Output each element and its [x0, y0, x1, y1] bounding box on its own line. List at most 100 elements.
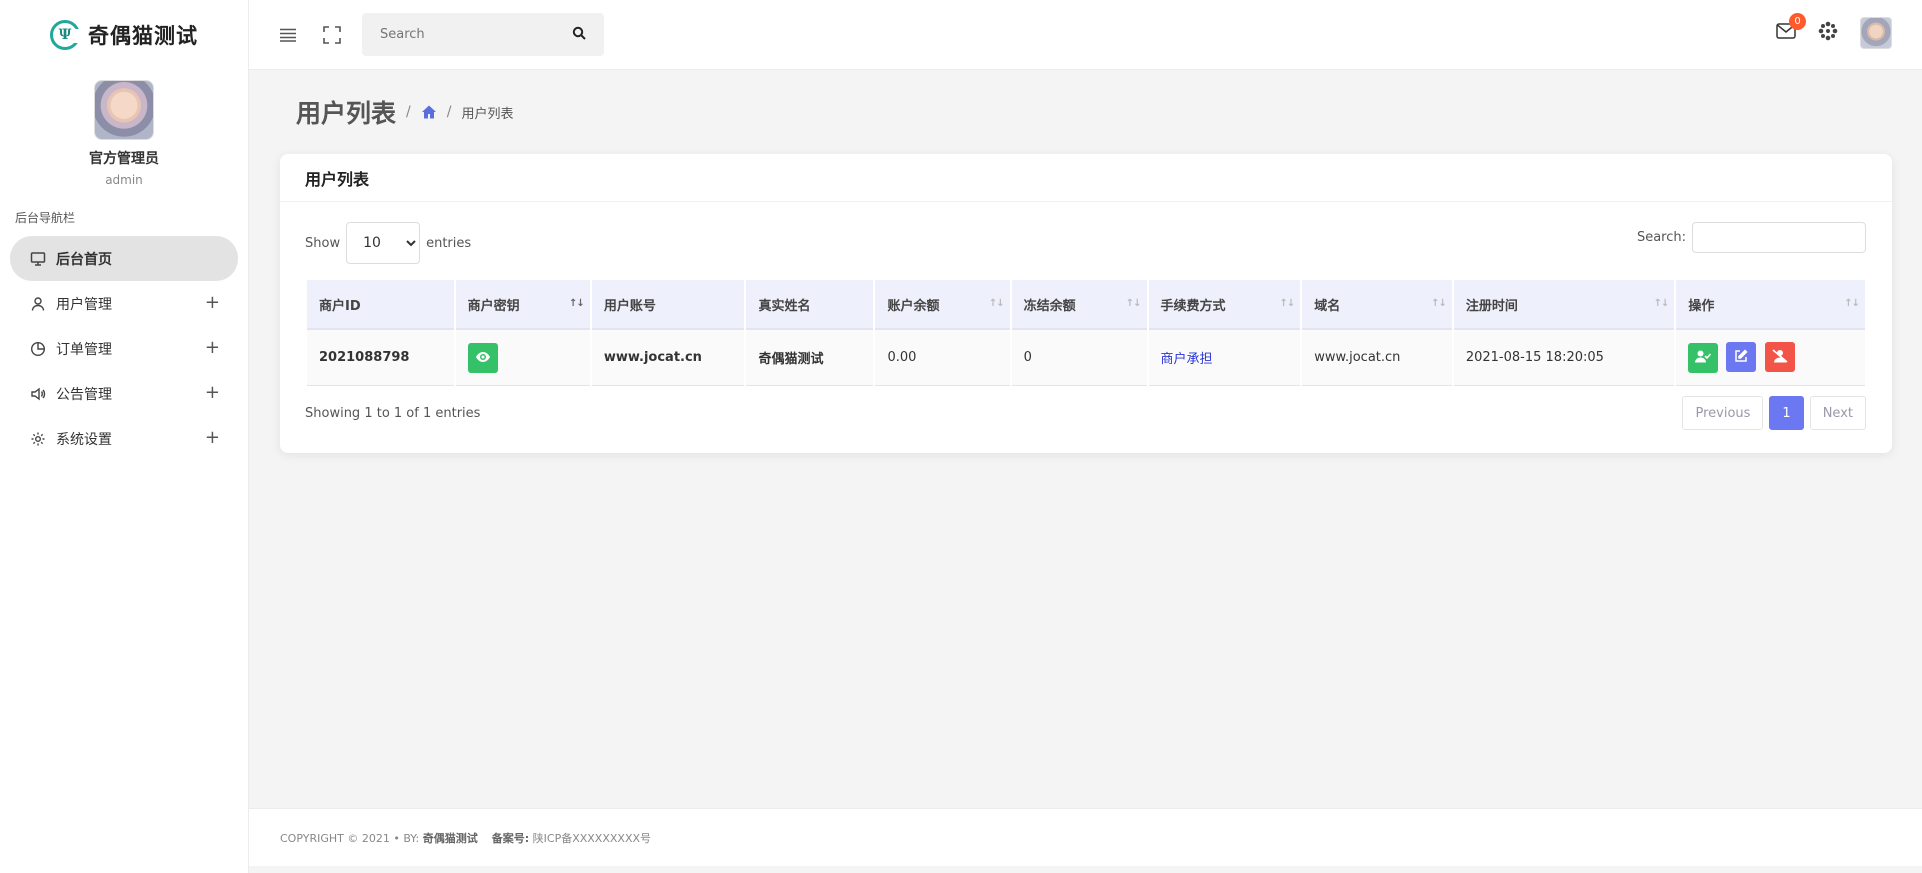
sidebar-item-users[interactable]: 用户管理 +	[10, 281, 238, 326]
expand-plus-icon[interactable]: +	[205, 292, 220, 313]
col-actions[interactable]: 操作 ↑↓	[1676, 280, 1865, 330]
entries-label: entries	[426, 235, 472, 251]
card-title: 用户列表	[280, 154, 1892, 202]
table-info: Showing 1 to 1 of 1 entries	[305, 406, 481, 421]
cell-account: www.jocat.cn	[591, 330, 745, 386]
expand-plus-icon[interactable]: +	[205, 382, 220, 403]
brand[interactable]: Ψ 奇偶猫测试	[0, 0, 248, 70]
page-header: 用户列表 / / 用户列表	[296, 94, 513, 130]
brand-title: 奇偶猫测试	[88, 24, 198, 48]
cell-real-name: 奇偶猫测试	[746, 330, 874, 386]
pagination: Previous 1 Next	[1682, 396, 1866, 430]
col-frozen[interactable]: 冻结余额 ↑↓	[1011, 280, 1147, 330]
user-avatar[interactable]	[1860, 17, 1892, 49]
cell-actions	[1676, 330, 1865, 386]
user-check-icon	[1695, 350, 1712, 366]
footer: COPYRIGHT © 2021 • BY: 奇偶猫测试 备案号: 陕ICP备X…	[249, 808, 1922, 866]
expand-plus-icon[interactable]: +	[205, 337, 220, 358]
breadcrumb-separator: /	[446, 104, 452, 120]
sidebar-item-dashboard[interactable]: 后台首页	[10, 236, 238, 281]
previous-page-button[interactable]: Previous	[1682, 396, 1764, 430]
profile-role: admin	[105, 173, 143, 187]
cell-merchant-id: 2021088798	[307, 330, 454, 386]
mail-button[interactable]: 0	[1776, 13, 1806, 43]
fullscreen-icon[interactable]	[320, 23, 344, 47]
footer-icp: 陕ICP备XXXXXXXXX号	[532, 832, 652, 845]
page-size-select[interactable]: 10	[346, 222, 421, 264]
eye-icon	[475, 350, 490, 365]
sort-icon: ↑↓	[1844, 298, 1860, 309]
search-icon[interactable]	[572, 25, 586, 44]
footer-icp-label: 备案号:	[491, 832, 530, 845]
page-size-control: Show 10 entries	[305, 222, 471, 264]
col-fee-mode[interactable]: 手续费方式 ↑↓	[1148, 280, 1301, 330]
col-domain[interactable]: 域名 ↑↓	[1302, 280, 1452, 330]
apps-icon[interactable]	[1818, 21, 1838, 45]
col-real-name[interactable]: 真实姓名	[746, 280, 874, 330]
cell-fee-mode[interactable]: 商户承担	[1148, 330, 1301, 386]
approve-user-button[interactable]	[1688, 342, 1719, 373]
page-title: 用户列表	[296, 99, 397, 128]
speaker-icon	[30, 386, 46, 402]
sort-icon: ↑↓	[1125, 298, 1142, 309]
sort-icon: ↑↓	[1653, 298, 1670, 309]
col-account[interactable]: 用户账号	[591, 280, 745, 330]
cell-domain: www.jocat.cn	[1302, 330, 1452, 386]
sidebar-item-settings[interactable]: 系统设置 +	[10, 416, 238, 461]
sidebar-item-label: 公告管理	[56, 386, 112, 403]
header-search	[362, 13, 604, 56]
user-table: 商户ID 商户密钥 ↑↓ 用户账号 真实姓名 账户余额 ↑↓ 冻结余额 ↑↓ 手续费方…	[305, 280, 1867, 386]
user-icon	[30, 296, 46, 312]
sort-icon: ↑↓	[988, 298, 1005, 309]
col-merchant-id[interactable]: 商户ID	[307, 280, 454, 330]
table-row: 2021088798 www.jocat.cn 奇偶猫测试 0.00 0 商户承…	[307, 330, 1865, 386]
sidebar-item-label: 订单管理	[56, 341, 112, 358]
table-search-input[interactable]	[1692, 222, 1866, 253]
sidebar-item-orders[interactable]: 订单管理 +	[10, 326, 238, 371]
edit-user-button[interactable]	[1726, 342, 1757, 373]
profile-name: 官方管理员	[89, 151, 159, 167]
disable-user-button[interactable]	[1764, 342, 1795, 373]
cell-frozen: 0	[1011, 330, 1147, 386]
sort-icon: ↑↓	[1279, 298, 1296, 309]
expand-plus-icon[interactable]: +	[205, 427, 220, 448]
sidebar-item-announcements[interactable]: 公告管理 +	[10, 371, 238, 416]
user-slash-icon	[1772, 349, 1788, 366]
sidebar-item-label: 后台首页	[56, 251, 112, 268]
sidebar-item-label: 用户管理	[56, 296, 112, 313]
footer-copyright: COPYRIGHT © 2021 • BY:	[280, 832, 420, 845]
next-page-button[interactable]: Next	[1809, 396, 1866, 430]
sort-asc-icon: ↑↓	[569, 298, 585, 309]
pie-chart-icon	[30, 341, 46, 357]
gear-icon	[30, 431, 46, 447]
edit-icon	[1734, 349, 1749, 366]
nav-heading: 后台导航栏	[15, 211, 76, 225]
mail-count-badge: 0	[1789, 13, 1806, 30]
sidebar: Ψ 奇偶猫测试 官方管理员 admin 后台导航栏 后台首页 用户管理 + 订单…	[0, 0, 249, 873]
header-right: 0	[1776, 13, 1892, 49]
profile-avatar[interactable]	[94, 80, 154, 140]
top-header: 0	[249, 0, 1922, 70]
col-merchant-key[interactable]: 商户密钥 ↑↓	[455, 280, 590, 330]
view-key-button[interactable]	[467, 342, 498, 373]
user-list-card: 用户列表 Show 10 entries Search: 商户ID 商户密钥 ↑↓…	[280, 154, 1892, 453]
hamburger-menu-icon[interactable]	[276, 23, 300, 47]
sort-icon: ↑↓	[1431, 298, 1447, 309]
profile: 官方管理员 admin	[0, 70, 248, 187]
home-icon[interactable]	[421, 104, 437, 120]
col-registered[interactable]: 注册时间 ↑↓	[1453, 280, 1675, 330]
table-search: Search:	[1637, 222, 1866, 253]
search-input[interactable]	[380, 27, 560, 42]
table-header-row: 商户ID 商户密钥 ↑↓ 用户账号 真实姓名 账户余额 ↑↓ 冻结余额 ↑↓ 手续费方…	[307, 280, 1865, 330]
sidebar-nav: 后台首页 用户管理 + 订单管理 + 公告管理 + 系统设置 +	[0, 236, 248, 461]
cell-balance: 0.00	[875, 330, 1010, 386]
breadcrumb-separator: /	[406, 104, 411, 120]
page-1-button[interactable]: 1	[1769, 396, 1804, 430]
breadcrumb-current: 用户列表	[461, 106, 514, 122]
brand-logo-icon: Ψ	[50, 20, 80, 50]
cell-merchant-key	[455, 330, 590, 386]
table-search-label: Search:	[1636, 230, 1686, 245]
cell-registered: 2021-08-15 18:20:05	[1453, 330, 1675, 386]
col-balance[interactable]: 账户余额 ↑↓	[875, 280, 1010, 330]
footer-by: 奇偶猫测试	[422, 832, 478, 845]
